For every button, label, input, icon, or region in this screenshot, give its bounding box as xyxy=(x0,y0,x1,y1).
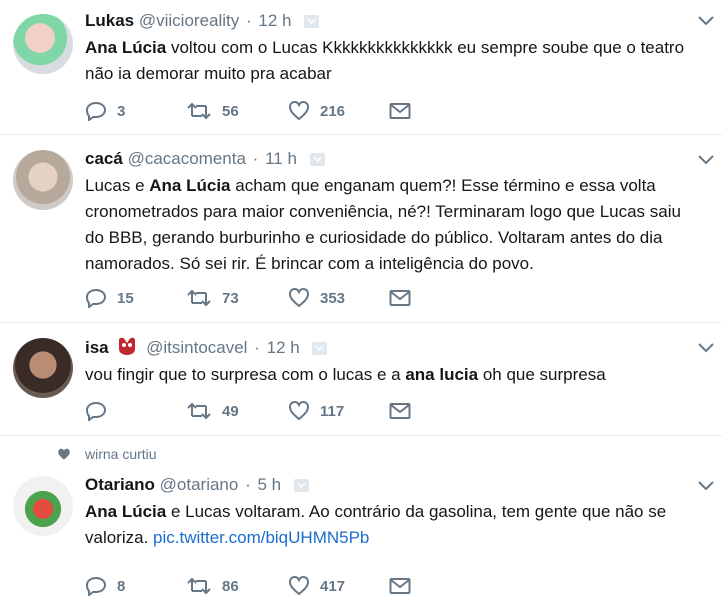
retweet-count: 73 xyxy=(222,289,239,307)
like-button[interactable]: 216 xyxy=(288,99,345,123)
text-bold: ana lucia xyxy=(405,365,479,384)
tweet[interactable]: wirna curtiu Otariano @otariano · 5 h An… xyxy=(0,436,722,616)
like-icon xyxy=(288,401,310,421)
timestamp[interactable]: 11 h xyxy=(265,149,297,168)
reply-button[interactable]: 8 xyxy=(85,574,125,598)
direct-message-icon xyxy=(389,403,411,419)
reply-button[interactable]: 3 xyxy=(85,99,125,123)
translate-icon xyxy=(304,15,320,29)
like-count: 417 xyxy=(320,577,346,595)
like-count: 353 xyxy=(320,289,346,307)
username[interactable]: @viicioreality xyxy=(139,11,239,30)
reply-icon xyxy=(85,101,107,121)
like-button[interactable]: 353 xyxy=(288,286,345,310)
reply-count: 15 xyxy=(117,289,134,307)
text-plain: voltou com o Lucas Kkkkkkkkkkkkkkk eu se… xyxy=(85,38,685,83)
tweet-header: cacá @cacacomenta · 11 h xyxy=(85,148,702,170)
username[interactable]: @itsintocavel xyxy=(146,338,247,357)
tweet-text: Ana Lúcia e Lucas voltaram. Ao contrário… xyxy=(85,499,702,551)
display-name[interactable]: cacá xyxy=(85,149,123,168)
direct-message-button[interactable] xyxy=(389,574,411,598)
social-context-text[interactable]: wirna curtiu xyxy=(85,446,157,462)
direct-message-icon xyxy=(389,290,411,306)
chevron-down-icon[interactable] xyxy=(698,481,714,491)
avatar[interactable] xyxy=(13,476,73,536)
username[interactable]: @cacacomenta xyxy=(128,149,246,168)
retweet-icon xyxy=(187,289,211,307)
like-button[interactable]: 417 xyxy=(288,574,345,598)
text-bold: Ana Lúcia xyxy=(85,502,167,521)
tweet[interactable]: Lukas @viicioreality · 12 h Ana Lúcia vo… xyxy=(0,0,722,135)
tweet-text: vou fingir que to surpresa com o lucas e… xyxy=(85,362,702,388)
retweet-count: 86 xyxy=(222,577,239,595)
retweet-button[interactable]: 73 xyxy=(186,286,239,310)
tweet-text: Lucas e Ana Lúcia acham que enganam quem… xyxy=(85,173,702,277)
reply-count: 3 xyxy=(117,102,126,120)
retweet-button[interactable]: 86 xyxy=(186,574,239,598)
reply-count: 8 xyxy=(117,577,126,595)
reply-icon xyxy=(85,576,107,596)
reply-icon xyxy=(85,401,107,421)
retweet-count: 56 xyxy=(222,102,239,120)
translate-icon xyxy=(309,153,325,167)
translate-icon xyxy=(293,479,309,493)
like-icon xyxy=(288,288,310,308)
timestamp[interactable]: 5 h xyxy=(257,475,281,494)
tweet-text: Ana Lúcia voltou com o Lucas Kkkkkkkkkkk… xyxy=(85,35,702,87)
display-name[interactable]: Lukas xyxy=(85,11,134,30)
retweet-icon xyxy=(187,402,211,420)
emoji-icon xyxy=(119,337,136,355)
reply-button[interactable] xyxy=(85,399,117,423)
retweet-icon xyxy=(187,102,211,120)
direct-message-button[interactable] xyxy=(389,286,411,310)
separator: · xyxy=(246,11,252,30)
tweet[interactable]: cacá @cacacomenta · 11 h Lucas e Ana Lúc… xyxy=(0,135,722,323)
chevron-down-icon[interactable] xyxy=(698,16,714,26)
timestamp[interactable]: 12 h xyxy=(267,338,300,357)
direct-message-icon xyxy=(389,103,411,119)
reply-icon xyxy=(85,288,107,308)
direct-message-button[interactable] xyxy=(389,99,411,123)
like-button[interactable]: 117 xyxy=(288,399,344,423)
tweet-header: isa @itsintocavel · 12 h xyxy=(85,336,702,359)
avatar[interactable] xyxy=(13,14,73,74)
separator: · xyxy=(254,338,260,357)
like-count: 216 xyxy=(320,102,346,120)
social-context: wirna curtiu xyxy=(57,446,157,462)
tweet-header: Otariano @otariano · 5 h xyxy=(85,474,702,496)
retweet-button[interactable]: 49 xyxy=(186,399,239,423)
heart-small-icon xyxy=(58,448,70,460)
retweet-button[interactable]: 56 xyxy=(186,99,239,123)
direct-message-button[interactable] xyxy=(389,399,411,423)
translate-icon xyxy=(312,342,328,356)
chevron-down-icon[interactable] xyxy=(698,343,714,353)
chevron-down-icon[interactable] xyxy=(698,155,714,165)
text-plain: oh que surpresa xyxy=(478,365,606,384)
retweet-count: 49 xyxy=(222,402,239,420)
retweet-icon xyxy=(187,577,211,595)
text-bold: Ana Lúcia xyxy=(85,38,167,57)
username[interactable]: @otariano xyxy=(160,475,239,494)
direct-message-icon xyxy=(389,578,411,594)
like-icon xyxy=(288,101,310,121)
timestamp[interactable]: 12 h xyxy=(258,11,291,30)
text-bold: Ana Lúcia xyxy=(149,176,231,195)
media-link[interactable]: pic.twitter.com/biqUHMN5Pb xyxy=(153,528,369,547)
text-plain: vou fingir que to surpresa com o lucas e… xyxy=(85,365,406,384)
like-count: 117 xyxy=(320,402,345,420)
separator: · xyxy=(252,149,259,168)
tweet[interactable]: isa @itsintocavel · 12 h vou fingir que … xyxy=(0,323,722,436)
avatar[interactable] xyxy=(13,338,73,398)
text-plain: Lucas e xyxy=(85,176,150,195)
reply-button[interactable]: 15 xyxy=(85,286,134,310)
like-icon xyxy=(288,576,310,596)
display-name[interactable]: isa xyxy=(85,338,109,357)
display-name[interactable]: Otariano xyxy=(85,475,155,494)
avatar[interactable] xyxy=(13,150,73,210)
separator: · xyxy=(245,475,251,494)
tweet-header: Lukas @viicioreality · 12 h xyxy=(85,10,702,32)
